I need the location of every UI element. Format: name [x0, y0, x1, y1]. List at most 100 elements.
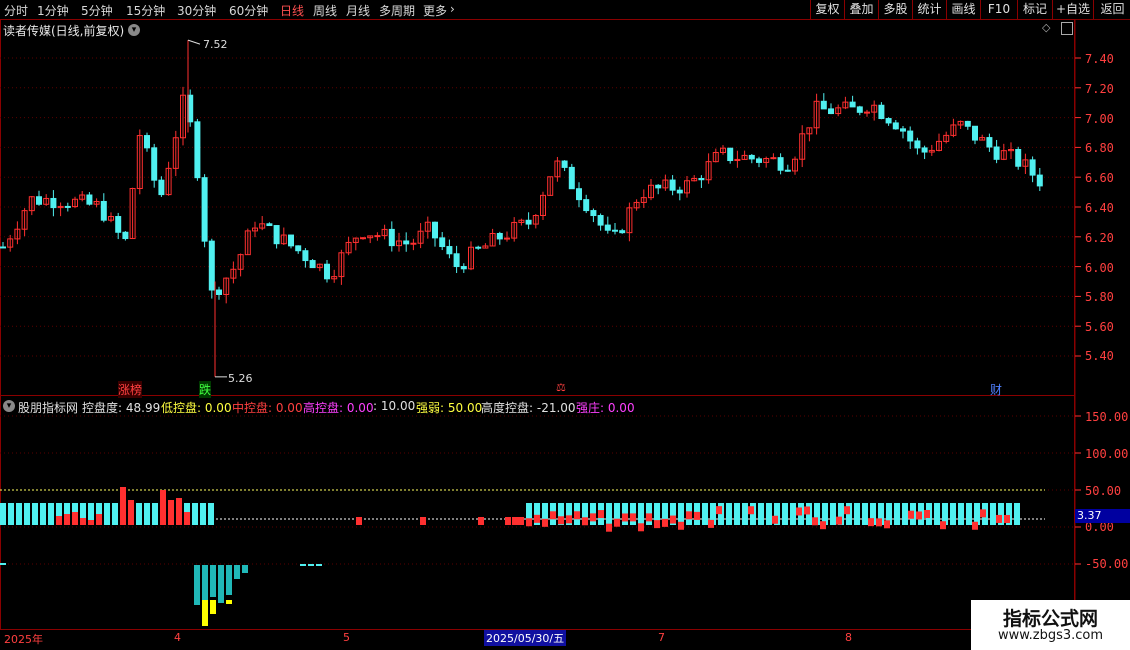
- indicator-bar: [772, 515, 778, 524]
- indicator-bar: [518, 517, 524, 525]
- indicator-bar: [574, 511, 580, 520]
- candle-body: [453, 253, 460, 268]
- marker-balance[interactable]: ⚖: [556, 381, 566, 394]
- candle-body: [266, 223, 273, 227]
- candle-body: [993, 146, 1000, 160]
- candle-body: [604, 224, 611, 231]
- candle-body: [194, 121, 201, 179]
- indicator-bar: [990, 503, 996, 525]
- indicator-bar: [614, 518, 620, 527]
- candle-body: [36, 196, 42, 205]
- candle-body: [158, 179, 165, 196]
- candle-body: [86, 194, 93, 205]
- indicator-bar: [804, 506, 810, 515]
- candle-body: [460, 266, 467, 270]
- indicator-bar: [996, 514, 1002, 523]
- chevron-down-icon[interactable]: ▾: [3, 400, 15, 412]
- price-tick: 7.40: [1085, 52, 1114, 66]
- candle-body: [756, 158, 762, 163]
- marker-fall[interactable]: 跌: [199, 381, 212, 398]
- candle-body: [907, 130, 914, 142]
- marker-limit-up[interactable]: 涨榜: [118, 381, 143, 398]
- candle-body: [784, 169, 791, 172]
- candle-body: [568, 166, 575, 190]
- candle-body: [208, 240, 215, 291]
- candle-body: [403, 240, 410, 245]
- candle-body: [777, 157, 784, 171]
- time-axis-label: 2025年: [4, 633, 43, 646]
- time-axis-label: 7: [658, 631, 665, 644]
- candle-body: [496, 232, 503, 240]
- indicator-bar: [356, 517, 362, 525]
- watermark-title: 指标公式网: [1002, 608, 1098, 630]
- high-pointer: [187, 39, 201, 45]
- candle-body: [921, 147, 928, 153]
- candle-body: [864, 111, 870, 114]
- indicator-bar: [80, 518, 86, 525]
- candle-body: [0, 246, 6, 249]
- indicator-bar: [726, 503, 732, 525]
- indicator-bar: [894, 503, 900, 525]
- candle-body: [655, 184, 662, 189]
- indicator-bar: [830, 503, 836, 525]
- indicator-bar: [694, 511, 700, 520]
- indicator-control-degree: 控盘度: 48.99: [82, 401, 161, 415]
- indicator-bar: [128, 500, 134, 525]
- candle-body: [360, 237, 366, 240]
- time-axis-cursor-date: 2025/05/30/五: [484, 630, 567, 646]
- price-tick: 7.20: [1085, 82, 1114, 96]
- indicator-bar: [308, 564, 314, 566]
- indicator-bar: [958, 503, 964, 525]
- price-tick: 6.20: [1085, 231, 1114, 245]
- candle-body: [122, 231, 129, 240]
- candle-body: [302, 250, 309, 262]
- price-panel-frame: [0, 19, 1075, 396]
- indicator-bar: [234, 565, 240, 579]
- indicator-bar: [934, 503, 940, 525]
- indicator-bar: [638, 523, 644, 532]
- kline-chart: [0, 19, 1130, 650]
- indicator-bar: [136, 503, 142, 525]
- indicator-bar: [104, 503, 110, 525]
- indicator-bar: [210, 600, 216, 614]
- indicator-bar: [202, 565, 208, 600]
- candle-body: [324, 263, 330, 280]
- indicator-bar: [300, 564, 306, 566]
- candle-body: [144, 135, 150, 149]
- indicator-name[interactable]: 股朋指标网: [18, 399, 78, 416]
- indicator-bar: [716, 506, 722, 515]
- candle-body: [309, 260, 316, 269]
- indicator-bar: [160, 490, 166, 525]
- indicator-bar: [782, 503, 788, 525]
- indicator-strong-dealer: 强庄: 0.00: [576, 401, 635, 415]
- candle-body: [388, 228, 395, 247]
- candle-body: [900, 128, 906, 132]
- candle-body: [115, 216, 122, 233]
- marker-finance[interactable]: 财: [990, 381, 1002, 398]
- indicator-bar: [844, 506, 850, 515]
- indicator-bar: [876, 518, 882, 527]
- indicator-bar: [152, 503, 158, 525]
- indicator-bar: [654, 520, 660, 529]
- indicator-bar: [742, 503, 748, 525]
- indicator-bar: [686, 511, 692, 520]
- candle-body: [619, 230, 626, 234]
- candle-body: [612, 229, 618, 232]
- indicator-bar: [854, 503, 860, 525]
- indicator-bar: [924, 509, 930, 518]
- indicator-bar: [836, 516, 842, 525]
- indicator-bar: [630, 513, 636, 522]
- indicator-bar: [218, 565, 224, 603]
- indicator-bar: [916, 511, 922, 520]
- candle-body: [201, 177, 208, 242]
- indicator-bar: [766, 503, 772, 525]
- indicator-bar: [582, 517, 588, 526]
- indicator-high-control: 高控盘: 0.00: [303, 401, 374, 415]
- indicator-bar: [734, 503, 740, 525]
- indicator-bar: [505, 517, 511, 525]
- indicator-bar: [0, 563, 6, 565]
- indicator-bar: [972, 521, 978, 530]
- time-axis-label: 4: [174, 631, 181, 644]
- indicator-bar: [226, 565, 232, 595]
- candle-body: [475, 246, 482, 249]
